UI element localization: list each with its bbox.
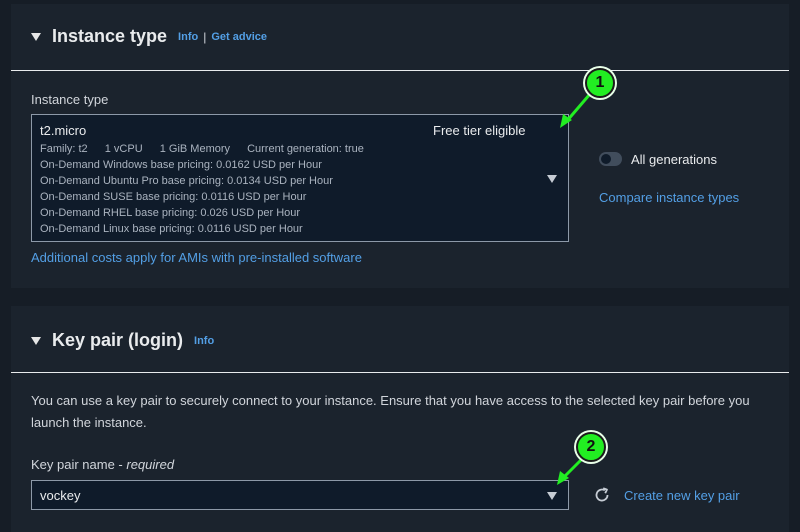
pricing-line: On-Demand Windows base pricing: 0.0162 U… xyxy=(40,159,322,171)
get-advice-link[interactable]: Get advice xyxy=(211,31,267,43)
link-separator: | xyxy=(203,29,207,44)
key-pair-panel: Key pair (login) Info You can use a key … xyxy=(11,306,789,532)
key-pair-header: Key pair (login) Info xyxy=(31,330,214,351)
pricing-line: On-Demand RHEL base pricing: 0.026 USD p… xyxy=(40,207,301,219)
caret-down-icon[interactable] xyxy=(31,336,41,345)
launch-instance-page: Instance type Info | Get advice Instance… xyxy=(0,0,800,532)
required-label: required xyxy=(126,457,175,472)
caret-down-icon[interactable] xyxy=(31,32,41,41)
instance-type-select[interactable]: t2.micro Free tier eligible Family: t2 1… xyxy=(31,114,569,242)
key-pair-description: You can use a key pair to securely conne… xyxy=(31,393,750,430)
info-link[interactable]: Info xyxy=(178,31,198,43)
instance-vcpu: 1 vCPU xyxy=(104,143,143,155)
key-pair-name-label: Key pair name - required xyxy=(31,457,174,472)
annotation-badge-1: 1 xyxy=(585,68,615,98)
all-generations-label: All generations xyxy=(631,152,717,167)
instance-specs: Family: t2 1 vCPU 1 GiB Memory Current g… xyxy=(40,143,378,155)
all-generations-toggle[interactable] xyxy=(599,152,622,166)
pricing-line: On-Demand SUSE base pricing: 0.0116 USD … xyxy=(40,191,307,203)
instance-memory: 1 GiB Memory xyxy=(159,143,231,155)
free-tier-badge: Free tier eligible xyxy=(433,123,526,138)
info-link[interactable]: Info xyxy=(194,335,214,347)
section-divider xyxy=(11,372,789,373)
create-key-pair-link[interactable]: Create new key pair xyxy=(624,488,740,503)
section-divider xyxy=(11,70,789,71)
ami-costs-link[interactable]: Additional costs apply for AMIs with pre… xyxy=(31,250,362,265)
instance-type-label: Instance type xyxy=(31,92,109,107)
instance-family: Family: t2 xyxy=(40,143,88,155)
triangle-down-icon[interactable] xyxy=(547,492,557,500)
key-pair-select[interactable]: vockey xyxy=(31,480,569,510)
triangle-down-icon[interactable] xyxy=(547,175,557,183)
instance-generation: Current generation: true xyxy=(247,143,364,155)
section-title: Instance type xyxy=(52,26,168,46)
section-title: Key pair (login) xyxy=(52,330,184,350)
annotation-badge-2: 2 xyxy=(576,432,606,462)
instance-name: t2.micro xyxy=(40,123,87,138)
refresh-icon[interactable] xyxy=(593,486,611,504)
key-pair-value: vockey xyxy=(40,488,81,503)
instance-type-header: Instance type Info | Get advice xyxy=(31,26,267,47)
key-pair-label-text: Key pair name - xyxy=(31,457,127,472)
pricing-line: On-Demand Linux base pricing: 0.0116 USD… xyxy=(40,223,303,235)
compare-instance-types-link[interactable]: Compare instance types xyxy=(599,190,739,205)
pricing-line: On-Demand Ubuntu Pro base pricing: 0.013… xyxy=(40,175,333,187)
instance-type-panel: Instance type Info | Get advice Instance… xyxy=(11,4,789,288)
